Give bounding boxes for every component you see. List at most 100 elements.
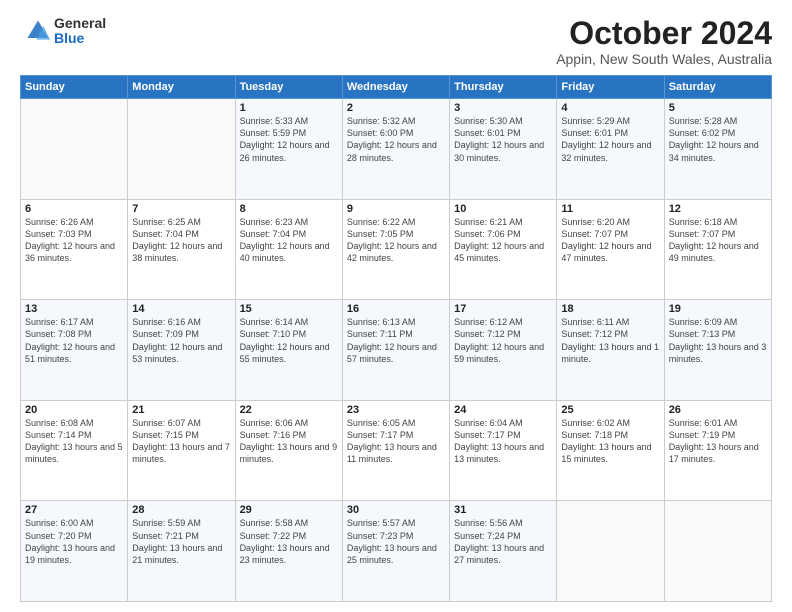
calendar-cell (664, 501, 771, 602)
calendar-cell: 28Sunrise: 5:59 AM Sunset: 7:21 PM Dayli… (128, 501, 235, 602)
calendar-cell: 14Sunrise: 6:16 AM Sunset: 7:09 PM Dayli… (128, 300, 235, 401)
calendar-cell: 6Sunrise: 6:26 AM Sunset: 7:03 PM Daylig… (21, 199, 128, 300)
day-number: 15 (240, 303, 338, 315)
calendar-cell: 19Sunrise: 6:09 AM Sunset: 7:13 PM Dayli… (664, 300, 771, 401)
day-info: Sunrise: 6:05 AM Sunset: 7:17 PM Dayligh… (347, 417, 445, 466)
day-number: 25 (561, 404, 659, 416)
day-number: 11 (561, 203, 659, 215)
day-info: Sunrise: 5:59 AM Sunset: 7:21 PM Dayligh… (132, 517, 230, 566)
day-number: 18 (561, 303, 659, 315)
calendar-cell: 8Sunrise: 6:23 AM Sunset: 7:04 PM Daylig… (235, 199, 342, 300)
day-number: 23 (347, 404, 445, 416)
calendar-cell: 2Sunrise: 5:32 AM Sunset: 6:00 PM Daylig… (342, 99, 449, 200)
day-info: Sunrise: 6:12 AM Sunset: 7:12 PM Dayligh… (454, 316, 552, 365)
day-info: Sunrise: 5:58 AM Sunset: 7:22 PM Dayligh… (240, 517, 338, 566)
day-info: Sunrise: 6:26 AM Sunset: 7:03 PM Dayligh… (25, 216, 123, 265)
col-monday: Monday (128, 76, 235, 99)
day-info: Sunrise: 6:08 AM Sunset: 7:14 PM Dayligh… (25, 417, 123, 466)
col-saturday: Saturday (664, 76, 771, 99)
day-info: Sunrise: 5:56 AM Sunset: 7:24 PM Dayligh… (454, 517, 552, 566)
day-info: Sunrise: 6:14 AM Sunset: 7:10 PM Dayligh… (240, 316, 338, 365)
day-number: 26 (669, 404, 767, 416)
logo-icon (24, 17, 52, 45)
header: General Blue October 2024 Appin, New Sou… (20, 16, 772, 67)
day-number: 6 (25, 203, 123, 215)
day-number: 13 (25, 303, 123, 315)
day-number: 30 (347, 504, 445, 516)
col-sunday: Sunday (21, 76, 128, 99)
calendar-cell: 11Sunrise: 6:20 AM Sunset: 7:07 PM Dayli… (557, 199, 664, 300)
day-number: 4 (561, 102, 659, 114)
day-info: Sunrise: 6:04 AM Sunset: 7:17 PM Dayligh… (454, 417, 552, 466)
day-info: Sunrise: 6:01 AM Sunset: 7:19 PM Dayligh… (669, 417, 767, 466)
calendar-cell: 26Sunrise: 6:01 AM Sunset: 7:19 PM Dayli… (664, 400, 771, 501)
day-number: 3 (454, 102, 552, 114)
day-number: 28 (132, 504, 230, 516)
calendar-cell (128, 99, 235, 200)
logo-text: General Blue (54, 16, 106, 47)
day-number: 17 (454, 303, 552, 315)
calendar-week-4: 20Sunrise: 6:08 AM Sunset: 7:14 PM Dayli… (21, 400, 772, 501)
calendar-week-5: 27Sunrise: 6:00 AM Sunset: 7:20 PM Dayli… (21, 501, 772, 602)
day-info: Sunrise: 5:33 AM Sunset: 5:59 PM Dayligh… (240, 115, 338, 164)
calendar-cell: 29Sunrise: 5:58 AM Sunset: 7:22 PM Dayli… (235, 501, 342, 602)
calendar-week-2: 6Sunrise: 6:26 AM Sunset: 7:03 PM Daylig… (21, 199, 772, 300)
calendar-cell: 16Sunrise: 6:13 AM Sunset: 7:11 PM Dayli… (342, 300, 449, 401)
calendar-cell: 18Sunrise: 6:11 AM Sunset: 7:12 PM Dayli… (557, 300, 664, 401)
day-number: 27 (25, 504, 123, 516)
day-number: 22 (240, 404, 338, 416)
calendar-cell (557, 501, 664, 602)
day-info: Sunrise: 6:20 AM Sunset: 7:07 PM Dayligh… (561, 216, 659, 265)
calendar-cell: 20Sunrise: 6:08 AM Sunset: 7:14 PM Dayli… (21, 400, 128, 501)
calendar-cell: 27Sunrise: 6:00 AM Sunset: 7:20 PM Dayli… (21, 501, 128, 602)
day-number: 29 (240, 504, 338, 516)
day-info: Sunrise: 6:11 AM Sunset: 7:12 PM Dayligh… (561, 316, 659, 365)
calendar-cell: 15Sunrise: 6:14 AM Sunset: 7:10 PM Dayli… (235, 300, 342, 401)
calendar-cell: 25Sunrise: 6:02 AM Sunset: 7:18 PM Dayli… (557, 400, 664, 501)
col-friday: Friday (557, 76, 664, 99)
month-title: October 2024 (556, 16, 772, 51)
day-number: 2 (347, 102, 445, 114)
day-info: Sunrise: 5:57 AM Sunset: 7:23 PM Dayligh… (347, 517, 445, 566)
calendar-cell: 3Sunrise: 5:30 AM Sunset: 6:01 PM Daylig… (450, 99, 557, 200)
header-row: Sunday Monday Tuesday Wednesday Thursday… (21, 76, 772, 99)
day-info: Sunrise: 6:17 AM Sunset: 7:08 PM Dayligh… (25, 316, 123, 365)
day-info: Sunrise: 6:22 AM Sunset: 7:05 PM Dayligh… (347, 216, 445, 265)
calendar-cell: 4Sunrise: 5:29 AM Sunset: 6:01 PM Daylig… (557, 99, 664, 200)
day-number: 31 (454, 504, 552, 516)
calendar-week-3: 13Sunrise: 6:17 AM Sunset: 7:08 PM Dayli… (21, 300, 772, 401)
calendar-cell: 9Sunrise: 6:22 AM Sunset: 7:05 PM Daylig… (342, 199, 449, 300)
day-number: 12 (669, 203, 767, 215)
day-info: Sunrise: 5:28 AM Sunset: 6:02 PM Dayligh… (669, 115, 767, 164)
calendar-cell: 31Sunrise: 5:56 AM Sunset: 7:24 PM Dayli… (450, 501, 557, 602)
day-info: Sunrise: 6:13 AM Sunset: 7:11 PM Dayligh… (347, 316, 445, 365)
calendar-cell: 30Sunrise: 5:57 AM Sunset: 7:23 PM Dayli… (342, 501, 449, 602)
day-number: 14 (132, 303, 230, 315)
calendar-cell: 21Sunrise: 6:07 AM Sunset: 7:15 PM Dayli… (128, 400, 235, 501)
day-number: 16 (347, 303, 445, 315)
location: Appin, New South Wales, Australia (556, 51, 772, 67)
day-info: Sunrise: 6:18 AM Sunset: 7:07 PM Dayligh… (669, 216, 767, 265)
day-info: Sunrise: 5:29 AM Sunset: 6:01 PM Dayligh… (561, 115, 659, 164)
day-info: Sunrise: 6:07 AM Sunset: 7:15 PM Dayligh… (132, 417, 230, 466)
day-number: 10 (454, 203, 552, 215)
logo-general-label: General (54, 16, 106, 31)
col-wednesday: Wednesday (342, 76, 449, 99)
day-number: 7 (132, 203, 230, 215)
day-number: 21 (132, 404, 230, 416)
logo: General Blue (20, 16, 106, 47)
calendar-cell: 5Sunrise: 5:28 AM Sunset: 6:02 PM Daylig… (664, 99, 771, 200)
day-info: Sunrise: 5:30 AM Sunset: 6:01 PM Dayligh… (454, 115, 552, 164)
title-block: October 2024 Appin, New South Wales, Aus… (556, 16, 772, 67)
calendar-cell: 17Sunrise: 6:12 AM Sunset: 7:12 PM Dayli… (450, 300, 557, 401)
col-tuesday: Tuesday (235, 76, 342, 99)
day-info: Sunrise: 6:06 AM Sunset: 7:16 PM Dayligh… (240, 417, 338, 466)
day-info: Sunrise: 6:02 AM Sunset: 7:18 PM Dayligh… (561, 417, 659, 466)
calendar-table: Sunday Monday Tuesday Wednesday Thursday… (20, 75, 772, 602)
day-info: Sunrise: 6:25 AM Sunset: 7:04 PM Dayligh… (132, 216, 230, 265)
day-info: Sunrise: 6:16 AM Sunset: 7:09 PM Dayligh… (132, 316, 230, 365)
day-number: 20 (25, 404, 123, 416)
calendar-cell: 10Sunrise: 6:21 AM Sunset: 7:06 PM Dayli… (450, 199, 557, 300)
day-number: 9 (347, 203, 445, 215)
day-info: Sunrise: 5:32 AM Sunset: 6:00 PM Dayligh… (347, 115, 445, 164)
